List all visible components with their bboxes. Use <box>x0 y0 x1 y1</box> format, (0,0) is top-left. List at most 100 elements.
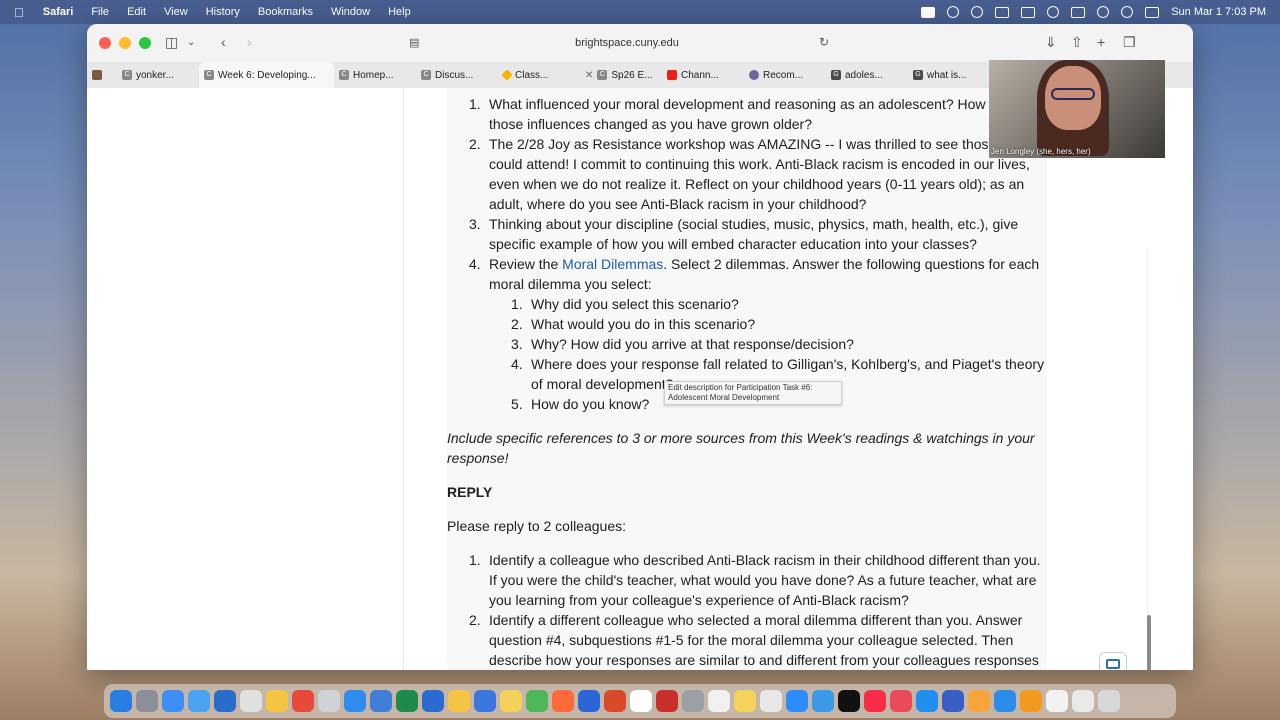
stickies-icon[interactable] <box>734 690 756 712</box>
tab-favicon-icon: C <box>339 70 349 80</box>
reload-icon[interactable]: ↻ <box>819 35 829 49</box>
contacts-app-icon[interactable] <box>682 690 704 712</box>
menu-history[interactable]: History <box>197 6 249 18</box>
launchpad-icon[interactable] <box>318 690 340 712</box>
news-icon[interactable] <box>890 690 912 712</box>
sync-icon[interactable] <box>971 6 984 18</box>
tab-adolescent[interactable]: Gadoles... <box>826 62 908 88</box>
zoom-app-icon[interactable] <box>214 690 236 712</box>
pages-icon[interactable] <box>968 690 990 712</box>
safari-icon[interactable] <box>162 690 184 712</box>
tab-overview-icon[interactable]: ❐ <box>1123 34 1136 51</box>
question-item: 4. Review the Moral Dilemmas. Select 2 d… <box>469 256 1040 292</box>
calendar-date-icon[interactable] <box>630 690 652 712</box>
drive-app-icon[interactable] <box>448 690 470 712</box>
teams-icon[interactable] <box>578 690 600 712</box>
tab-favicon-icon: G <box>831 70 841 80</box>
zoom-dock-icon[interactable] <box>786 690 808 712</box>
finder-icon[interactable] <box>110 690 132 712</box>
tab-homepage[interactable]: C Homep... <box>334 62 416 88</box>
menu-bookmarks[interactable]: Bookmarks <box>249 6 322 18</box>
battery-icon[interactable] <box>1071 6 1086 18</box>
tab-sp26[interactable]: ✕ C Sp26 E... <box>580 62 662 88</box>
question-item: 2. The 2/28 Joy as Resistance workshop w… <box>469 136 1030 212</box>
tab-yonkers[interactable]: Cyonker... <box>117 62 199 88</box>
menu-help[interactable]: Help <box>379 6 420 18</box>
screen-share-icon[interactable] <box>921 6 936 18</box>
menu-file[interactable]: File <box>82 6 118 18</box>
maps-icon[interactable] <box>240 690 262 712</box>
back-button[interactable]: ‹ <box>221 34 226 50</box>
apple-menu-icon[interactable]:  <box>0 5 34 20</box>
reply-intro: Please reply to 2 colleagues: <box>447 518 626 534</box>
contacts-icon[interactable] <box>1021 6 1036 18</box>
new-tab-button[interactable]: + <box>1097 34 1105 50</box>
close-window-button[interactable] <box>99 37 111 49</box>
clock[interactable]: Sun Mar 1 7:03 PM <box>1171 6 1266 18</box>
calendar-icon[interactable] <box>292 690 314 712</box>
chevron-down-icon[interactable]: ⌄ <box>187 37 195 48</box>
accessibility-icon[interactable] <box>1047 6 1060 18</box>
sidebar-toggle-icon[interactable]: ◫ <box>165 34 178 51</box>
firefox-icon[interactable] <box>604 690 626 712</box>
app-store-icon[interactable] <box>916 690 938 712</box>
tab-discussion[interactable]: C Discus... <box>416 62 498 88</box>
docs-icon[interactable] <box>474 690 496 712</box>
app-menu[interactable]: Safari <box>34 6 83 18</box>
document-icon[interactable] <box>1046 690 1068 712</box>
reply-item: 1. Identify a colleague who described Ant… <box>469 552 1041 608</box>
preview-icon[interactable] <box>812 690 834 712</box>
menu-edit[interactable]: Edit <box>118 6 155 18</box>
address-bar[interactable]: brightspace.cuny.edu <box>417 32 837 54</box>
keynote-icon[interactable] <box>942 690 964 712</box>
left-pane <box>87 88 404 670</box>
trash-icon[interactable] <box>1098 690 1120 712</box>
tab-favicon-icon: G <box>913 70 923 80</box>
word-icon[interactable] <box>370 690 392 712</box>
menu-window[interactable]: Window <box>322 6 379 18</box>
textedit-icon[interactable] <box>708 690 730 712</box>
mail-icon[interactable] <box>188 690 210 712</box>
minimize-window-button[interactable] <box>119 37 131 49</box>
settings-icon[interactable] <box>136 690 158 712</box>
tv-icon[interactable] <box>838 690 860 712</box>
wifi-icon[interactable] <box>1097 6 1110 18</box>
tab-recommended[interactable]: Recom... <box>744 62 826 88</box>
menu-view[interactable]: View <box>155 6 197 18</box>
zoom-icon[interactable] <box>947 6 960 18</box>
tab-what-is[interactable]: Gwhat is... <box>908 62 990 88</box>
chat-button[interactable] <box>1099 652 1127 670</box>
downloads-icon[interactable]: ⇓ <box>1045 34 1057 51</box>
tab-week6[interactable]: C Week 6: Developing... <box>199 62 334 88</box>
downloads-stack-icon[interactable] <box>1072 690 1094 712</box>
acrobat-icon[interactable] <box>656 690 678 712</box>
facetime-icon[interactable] <box>526 690 548 712</box>
share-icon[interactable]: ⇧ <box>1071 34 1083 51</box>
outlook-icon[interactable] <box>422 690 444 712</box>
scrollbar[interactable] <box>1147 615 1151 670</box>
tab-class[interactable]: Class... <box>498 62 580 88</box>
tab-favicon-icon: C <box>204 70 214 80</box>
forward-button[interactable]: › <box>247 34 252 50</box>
folder-icon[interactable] <box>1020 690 1042 712</box>
messages-icon[interactable] <box>344 690 366 712</box>
chrome-icon[interactable] <box>552 690 574 712</box>
tab-channel[interactable]: Chann... <box>662 62 744 88</box>
zoom-window-button[interactable] <box>139 37 151 49</box>
moral-dilemmas-link[interactable]: Moral Dilemmas <box>562 256 663 272</box>
menu-bar:  Safari File Edit View History Bookmark… <box>0 0 1280 24</box>
profile-icon[interactable] <box>87 62 117 88</box>
quicktime-icon[interactable] <box>994 690 1016 712</box>
music-icon[interactable] <box>864 690 886 712</box>
notes-icon[interactable] <box>500 690 522 712</box>
control-center-icon[interactable] <box>1145 6 1160 18</box>
reminders-icon[interactable] <box>760 690 782 712</box>
search-icon[interactable] <box>1121 6 1134 18</box>
excel-icon[interactable] <box>396 690 418 712</box>
webcam-overlay[interactable]: Jen Longley (she, hers, her) <box>989 60 1165 158</box>
photos-icon[interactable] <box>266 690 288 712</box>
chat-icon <box>1106 659 1120 669</box>
cloud-icon[interactable] <box>995 6 1010 18</box>
close-tab-icon[interactable]: ✕ <box>585 70 593 81</box>
dock <box>104 684 1176 718</box>
